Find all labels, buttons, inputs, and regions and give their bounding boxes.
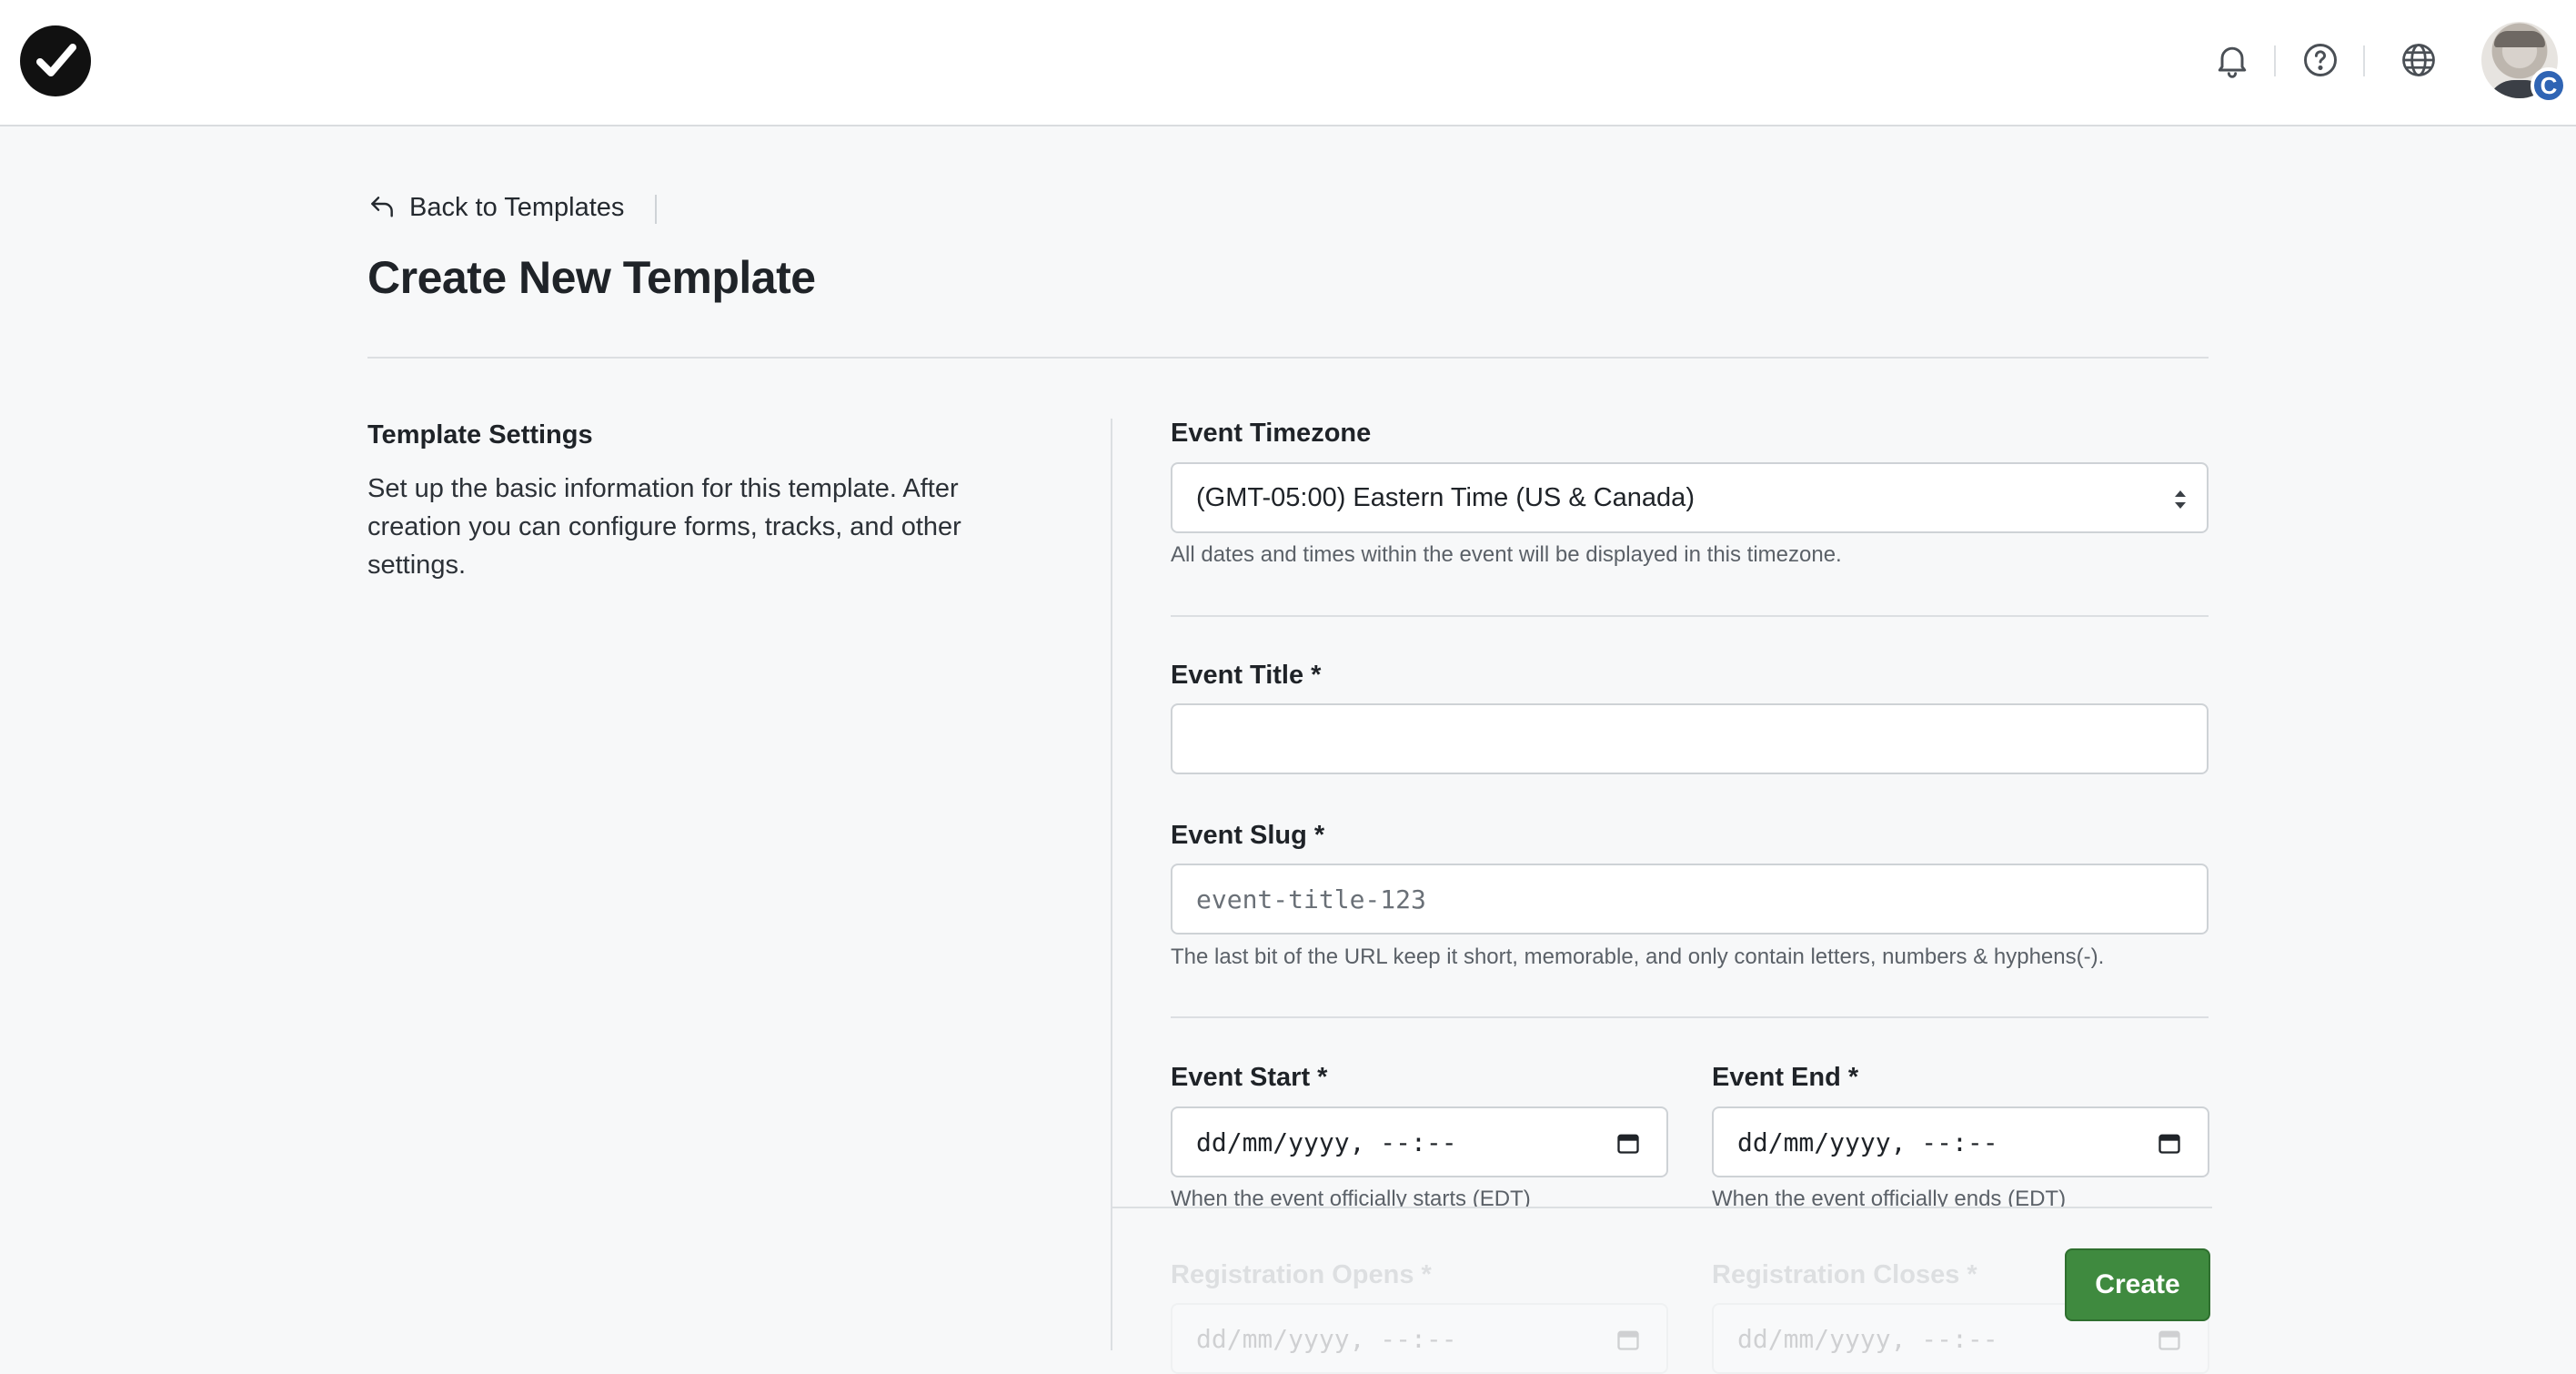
section-heading: Template Settings: [367, 420, 593, 450]
event-slug-placeholder: event-title-123: [1196, 884, 1426, 914]
event-start-label: Event Start *: [1171, 1063, 1328, 1092]
page-title: Create New Template: [367, 252, 816, 303]
registration-opens-placeholder: dd/mm/yyyy, --:--: [1196, 1323, 1457, 1354]
event-title-input[interactable]: [1171, 703, 2209, 774]
calendar-icon[interactable]: [2157, 1327, 2182, 1352]
event-slug-label: Event Slug *: [1171, 821, 1325, 850]
event-start-placeholder: dd/mm/yyyy, --:--: [1196, 1126, 1457, 1157]
divider: [1112, 1207, 2212, 1208]
event-end-help: When the event officially ends (EDT): [1712, 1187, 2067, 1207]
registration-closes-placeholder: dd/mm/yyyy, --:--: [1737, 1323, 1998, 1354]
logo-check-icon[interactable]: [20, 25, 91, 96]
event-title-label: Event Title *: [1171, 661, 1322, 690]
event-slug-input[interactable]: event-title-123: [1171, 864, 2209, 935]
event-start-input[interactable]: dd/mm/yyyy, --:--: [1171, 1106, 1668, 1177]
event-end-label: Event End *: [1712, 1063, 1859, 1092]
timezone-select[interactable]: (GMT-05:00) Eastern Time (US & Canada): [1171, 462, 2209, 533]
globe-icon[interactable]: [2399, 40, 2439, 80]
divider: [2274, 45, 2276, 76]
registration-opens-label: Registration Opens *: [1171, 1260, 1432, 1289]
bell-icon[interactable]: [2212, 40, 2252, 80]
section-description: Set up the basic information for this te…: [367, 474, 961, 580]
divider: [2363, 45, 2365, 76]
divider: [1171, 615, 2209, 617]
divider: [367, 357, 2209, 359]
event-end-input[interactable]: dd/mm/yyyy, --:--: [1712, 1106, 2209, 1177]
timezone-label: Event Timezone: [1171, 419, 1372, 448]
registration-opens-input[interactable]: dd/mm/yyyy, --:--: [1171, 1303, 1668, 1374]
create-button[interactable]: Create: [2065, 1248, 2210, 1321]
calendar-icon[interactable]: [2157, 1130, 2182, 1156]
avatar-badge: C: [2531, 67, 2567, 104]
back-link-label: Back to Templates: [409, 192, 625, 222]
top-bar: C: [0, 0, 2576, 126]
divider: [655, 195, 657, 224]
return-arrow-icon: [371, 197, 393, 217]
select-arrows-icon: [2175, 490, 2186, 509]
event-start-help: When the event officially starts (EDT): [1171, 1187, 1531, 1207]
timezone-help: All dates and times within the event wil…: [1171, 542, 1842, 567]
event-slug-help: The last bit of the URL keep it short, m…: [1171, 945, 2105, 969]
registration-closes-label: Registration Closes *: [1712, 1260, 1977, 1289]
calendar-icon[interactable]: [1615, 1327, 1641, 1352]
column-divider: [1111, 419, 1112, 1350]
help-icon[interactable]: [2300, 40, 2340, 80]
calendar-icon[interactable]: [1615, 1130, 1641, 1156]
event-end-placeholder: dd/mm/yyyy, --:--: [1737, 1126, 1998, 1157]
timezone-value: (GMT-05:00) Eastern Time (US & Canada): [1196, 482, 1695, 512]
back-to-templates-link[interactable]: Back to Templates: [367, 189, 624, 226]
divider: [1171, 1016, 2209, 1018]
